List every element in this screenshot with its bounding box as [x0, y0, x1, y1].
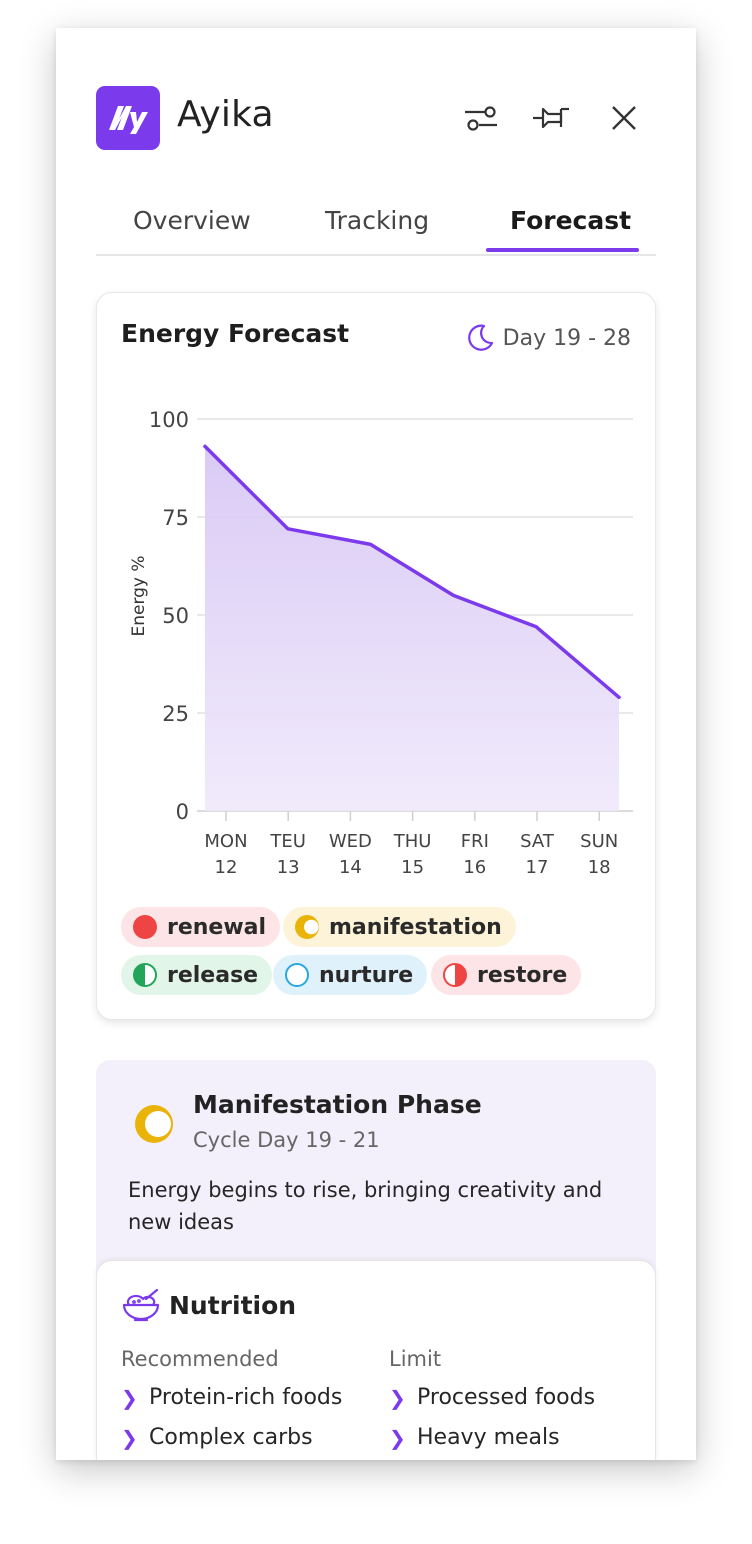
chevron-right-icon: ❯ [389, 1425, 406, 1450]
legend-item-nurture: nurture [273, 955, 428, 995]
data-point [534, 625, 538, 629]
data-point [617, 695, 621, 699]
x-tick-label-day: MON [204, 831, 247, 852]
data-point [286, 527, 290, 531]
legend-label: renewal [167, 914, 267, 940]
pin-icon [533, 107, 569, 129]
y-axis-label: Energy % [129, 555, 149, 636]
chevron-right-icon: ❯ [121, 1385, 138, 1410]
release-phase-icon [133, 963, 157, 987]
renewal-phase-icon [133, 915, 157, 939]
x-tick-label-date: 13 [277, 857, 300, 878]
close-icon [612, 106, 636, 130]
list-item: ❯ Protein-rich foods [121, 1385, 342, 1410]
tab-tracking[interactable]: Tracking [325, 206, 429, 235]
recommended-heading: Recommended [121, 1347, 279, 1371]
list-item: ❯ Heavy meals [389, 1425, 560, 1450]
y-tick-label: 25 [162, 702, 189, 726]
legend-label: manifestation [329, 914, 502, 940]
y-tick-label: 50 [162, 604, 189, 628]
active-tab-indicator [486, 248, 639, 252]
x-tick-label-date: 15 [401, 857, 424, 878]
y-tick-label: 0 [176, 800, 189, 824]
x-tick-label-day: FRI [461, 831, 489, 852]
nutrition-card: Nutrition Recommended Limit ❯ Protein-ric… [96, 1260, 656, 1460]
legend-label: restore [477, 962, 568, 988]
settings-sliders-button[interactable] [459, 96, 503, 140]
list-item: ❯ Complex carbs [121, 1425, 313, 1450]
legend-item-release: release [121, 955, 273, 995]
recommended-item: Protein-rich foods [149, 1385, 343, 1410]
app-title: Ayika [177, 94, 274, 135]
limit-heading: Limit [389, 1347, 442, 1371]
manifestation-crescent-icon [135, 1105, 173, 1143]
data-point [369, 542, 373, 546]
phase-description: Energy begins to rise, bringing creativi… [128, 1178, 603, 1234]
app-logo [96, 86, 160, 150]
y-tick-label: 100 [149, 408, 189, 432]
restore-phase-icon [443, 963, 467, 987]
x-tick-label-date: 18 [588, 857, 611, 878]
sliders-icon [465, 106, 497, 131]
app-window: Ayika Overview Tracking Forecast Energy … [56, 28, 696, 1460]
bowl-icon [122, 1288, 160, 1322]
x-tick-label-date: 12 [215, 857, 238, 878]
x-tick-label-day: WED [329, 831, 372, 852]
energy-chart: 100 75 50 25 0 Energy % MON 12 TEU 13 WED 14 THU 15 FR… [129, 408, 633, 878]
phase-title: Manifestation Phase [193, 1090, 482, 1119]
limit-item: Processed foods [417, 1385, 596, 1410]
pin-button[interactable] [530, 96, 574, 140]
chevron-right-icon: ❯ [389, 1385, 406, 1410]
tab-overview[interactable]: Overview [133, 206, 251, 235]
x-tick-label-day: SAT [520, 831, 555, 852]
legend-label: release [167, 962, 259, 988]
tab-bar: Overview Tracking Forecast [96, 202, 656, 256]
x-tick-label-date: 14 [339, 857, 362, 878]
list-item: ❯ Processed foods [389, 1385, 595, 1410]
data-point [203, 444, 207, 448]
energy-forecast-card: Energy Forecast Day 19 - 28 100 75 50 25 0 En… [96, 292, 656, 1020]
limit-item: Heavy meals [417, 1425, 560, 1450]
recommended-item: Complex carbs [149, 1425, 313, 1450]
x-tick-label-day: TEU [269, 831, 306, 852]
x-tick-label-date: 16 [463, 857, 486, 878]
chevron-right-icon: ❯ [121, 1425, 138, 1450]
legend-item-manifestation: manifestation [283, 907, 516, 947]
x-tick-label-date: 17 [526, 857, 549, 878]
legend-item-restore: restore [431, 955, 582, 995]
nutrition-title: Nutrition [169, 1291, 297, 1320]
x-tick-label-day: THU [393, 831, 432, 852]
legend-item-renewal: renewal [121, 907, 281, 947]
tab-forecast[interactable]: Forecast [510, 206, 631, 235]
y-tick-label: 75 [162, 506, 189, 530]
data-point [451, 593, 455, 597]
x-tick-label-day: SUN [580, 831, 618, 852]
manifestation-phase-icon [295, 915, 319, 939]
close-button[interactable] [602, 96, 646, 140]
nurture-phase-icon [285, 963, 309, 987]
legend-label: nurture [319, 962, 414, 988]
area-fill [205, 446, 619, 811]
phase-subtitle: Cycle Day 19 - 21 [193, 1128, 380, 1152]
